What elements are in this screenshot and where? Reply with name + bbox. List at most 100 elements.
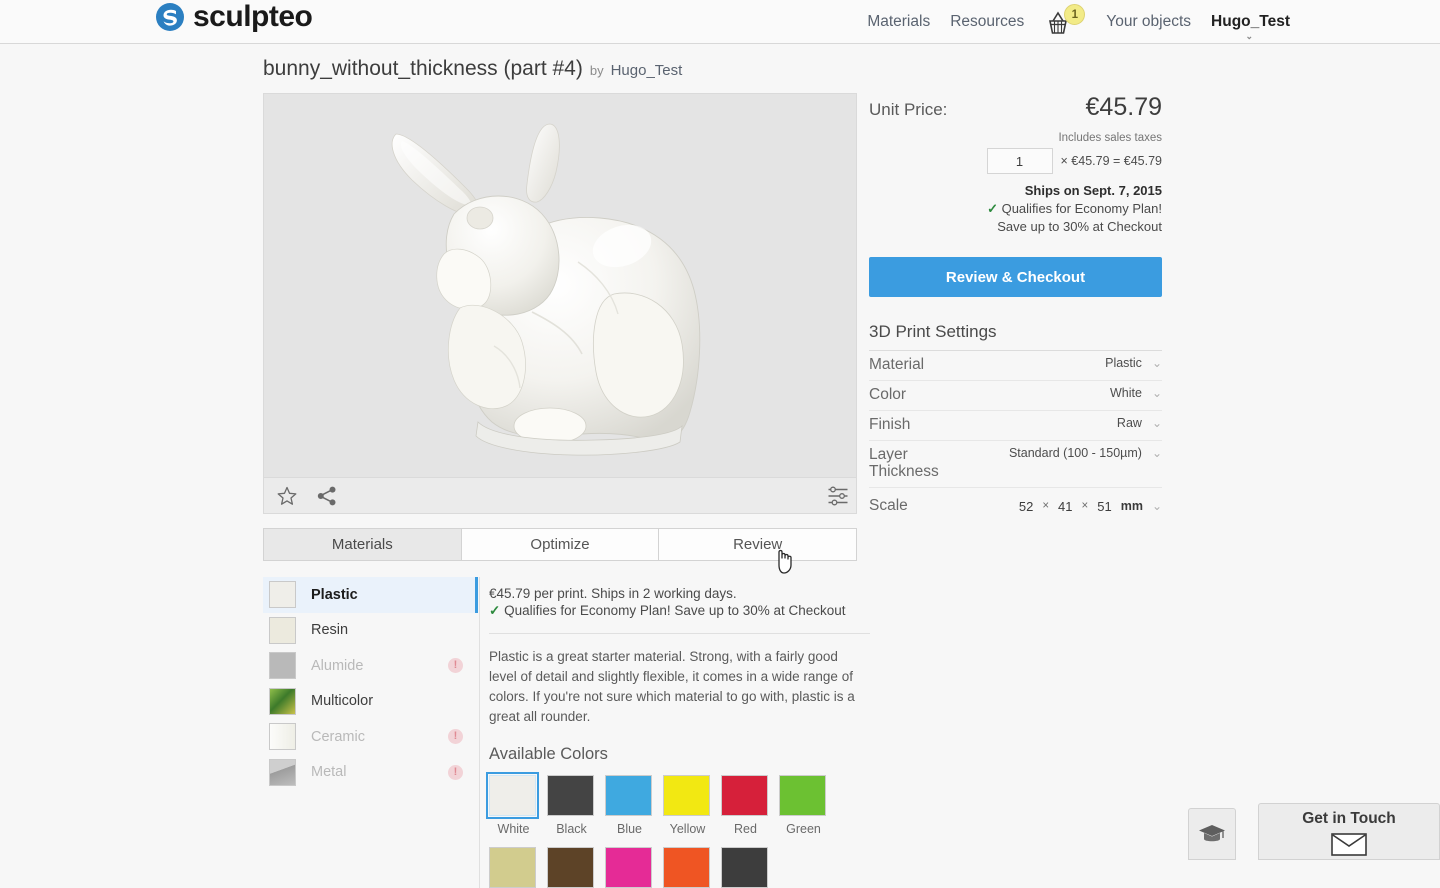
economy-plan-text: Qualifies for Economy Plan!	[1001, 201, 1162, 216]
author-link[interactable]: Hugo_Test	[611, 62, 683, 79]
material-label: Ceramic	[311, 728, 365, 745]
material-label: Metal	[311, 764, 347, 781]
chevron-down-icon: ⌄	[1151, 446, 1162, 460]
color-option-white[interactable]: White	[486, 772, 547, 837]
chevron-down-icon: ⌄	[1151, 499, 1162, 513]
tab-materials[interactable]: Materials	[263, 528, 462, 561]
color-chip	[721, 847, 768, 888]
setting-value: Raw	[1116, 416, 1142, 430]
divider	[489, 633, 870, 634]
quantity-input[interactable]	[986, 148, 1053, 174]
setting-value: Standard (100 - 150µm)	[1008, 446, 1142, 460]
material-description: Plastic is a great starter material. Str…	[489, 649, 855, 724]
nav-item-your-objects[interactable]: Your objects	[1106, 13, 1191, 31]
material-swatch	[269, 581, 296, 609]
available-colors-title: Available Colors	[489, 745, 608, 764]
nav-item-resources[interactable]: Resources	[950, 13, 1024, 31]
breadcrumb: bunny_without_thickness (part #4) by Hug…	[263, 57, 682, 81]
get-in-touch-label: Get in Touch	[1302, 810, 1396, 827]
setting-row-finish[interactable]: Finish Raw ⌄	[869, 411, 1162, 441]
scale-x-value[interactable]: 52	[1019, 499, 1033, 514]
nav-item-user-menu[interactable]: Hugo_Test ⌄	[1211, 13, 1290, 41]
material-item-plastic[interactable]: Plastic	[263, 577, 478, 613]
color-chip	[663, 847, 710, 888]
color-option-red[interactable]: Red	[721, 775, 779, 836]
by-label: by	[589, 63, 604, 78]
color-option-brown[interactable]	[547, 847, 605, 888]
nav-item-materials[interactable]: Materials	[867, 13, 930, 31]
color-option-blue[interactable]: Blue	[605, 775, 663, 836]
envelope-icon	[1331, 833, 1367, 856]
pricing-panel: Unit Price: €45.79 Includes sales taxes …	[869, 93, 1162, 518]
color-chip	[779, 775, 826, 817]
cart-button[interactable]: 1	[1044, 4, 1086, 37]
education-widget-button[interactable]	[1188, 808, 1236, 860]
setting-label: Color	[869, 386, 907, 403]
color-option-black[interactable]: Black	[547, 775, 605, 836]
quantity-row: × €45.79 = €45.79	[869, 148, 1162, 174]
share-icon[interactable]	[316, 485, 338, 507]
chevron-down-icon: ⌄	[1245, 31, 1254, 41]
savings-line: Save up to 30% at Checkout	[997, 219, 1162, 234]
material-item-resin[interactable]: Resin	[263, 613, 478, 649]
color-option-pink[interactable]	[605, 847, 663, 888]
sliders-icon[interactable]	[827, 485, 849, 507]
bunny-3d-model	[391, 123, 701, 456]
color-label: Green	[786, 822, 821, 837]
scale-separator: ×	[1081, 500, 1089, 512]
graduation-cap-icon	[1199, 825, 1225, 842]
setting-row-color[interactable]: Color White ⌄	[869, 381, 1162, 411]
page-title: bunny_without_thickness (part #4)	[263, 57, 583, 80]
top-navigation-bar: sculpteo Materials Resources 1 Your obje…	[0, 0, 1440, 44]
cart-count-badge: 1	[1064, 4, 1086, 25]
tax-note: Includes sales taxes	[1058, 132, 1162, 144]
setting-row-layer-thickness[interactable]: Layer Thickness Standard (100 - 150µm) ⌄	[869, 441, 1162, 488]
check-icon: ✓	[987, 201, 998, 216]
color-option-orange[interactable]	[663, 847, 721, 888]
color-chip	[605, 847, 652, 888]
color-option-darkgray[interactable]	[721, 847, 779, 888]
scale-separator: ×	[1042, 500, 1050, 512]
color-label: Yellow	[669, 822, 706, 837]
ship-date-label: Ships on Sept. 7, 2015	[1024, 183, 1162, 198]
material-label: Multicolor	[311, 693, 374, 710]
color-option-green[interactable]: Green	[779, 775, 837, 836]
unit-price-label: Unit Price:	[869, 100, 948, 119]
color-option-yellow[interactable]: Yellow	[663, 775, 721, 836]
color-label: Red	[734, 822, 757, 837]
material-economy-text: Qualifies for Economy Plan! Save up to 3…	[504, 603, 846, 618]
setting-label: Material	[869, 356, 925, 373]
scale-y-value[interactable]: 41	[1058, 499, 1072, 514]
setting-label: Finish	[869, 416, 911, 433]
setting-row-scale[interactable]: Scale 52 × 41 × 51 mm ⌄	[869, 488, 1162, 518]
tab-review[interactable]: Review	[658, 528, 858, 561]
material-label: Alumide	[311, 657, 364, 674]
scale-z-value[interactable]: 51	[1097, 499, 1111, 514]
setting-row-material[interactable]: Material Plastic ⌄	[869, 351, 1162, 381]
material-item-ceramic[interactable]: Ceramic !	[263, 719, 478, 755]
warning-icon: !	[448, 658, 463, 673]
model-viewer[interactable]	[263, 93, 857, 478]
color-label: White	[497, 822, 530, 837]
user-name-label: Hugo_Test	[1211, 13, 1290, 30]
color-option-beige[interactable]	[489, 847, 547, 888]
material-item-metal[interactable]: Metal !	[263, 755, 478, 791]
quantity-calculation: × €45.79 = €45.79	[1060, 154, 1162, 168]
setting-label: Scale	[869, 497, 908, 515]
brand-logo[interactable]: sculpteo	[155, 2, 313, 32]
star-icon[interactable]	[276, 485, 298, 507]
material-item-alumide[interactable]: Alumide !	[263, 648, 478, 684]
chevron-down-icon: ⌄	[1151, 416, 1162, 430]
material-swatch	[269, 723, 296, 751]
chevron-down-icon: ⌄	[1151, 356, 1162, 370]
setting-label: Layer Thickness	[869, 446, 939, 481]
get-in-touch-widget[interactable]: Get in Touch	[1258, 803, 1440, 860]
tab-optimize[interactable]: Optimize	[460, 528, 660, 561]
material-item-multicolor[interactable]: Multicolor	[263, 684, 478, 720]
warning-icon: !	[448, 764, 463, 780]
color-label: Black	[556, 822, 587, 837]
review-checkout-button[interactable]: Review & Checkout	[869, 257, 1162, 297]
color-chip	[486, 772, 539, 820]
color-label: Blue	[616, 822, 643, 837]
color-chip	[663, 775, 710, 817]
